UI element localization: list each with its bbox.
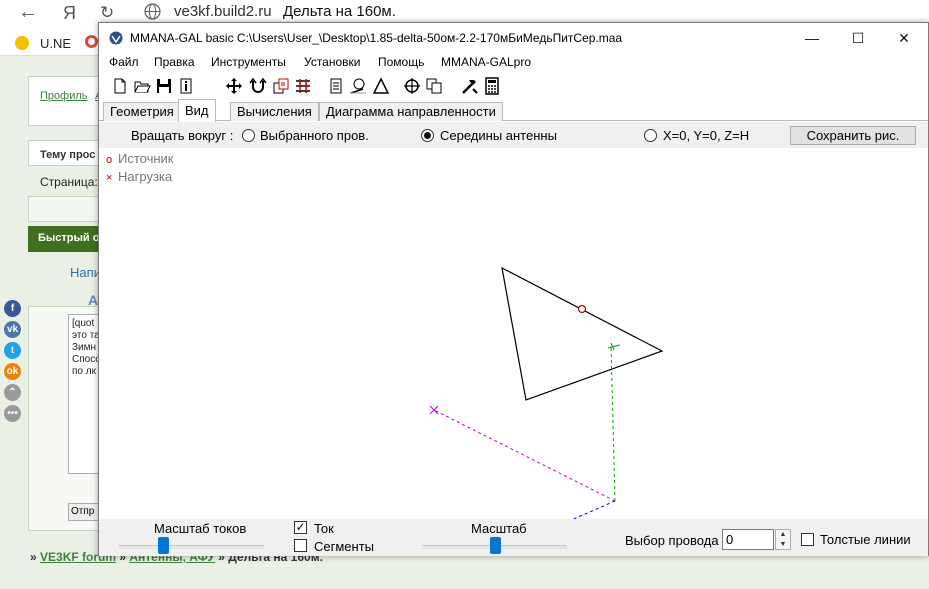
globe-icon <box>144 3 161 20</box>
thick-lines-label[interactable]: Толстые линии <box>820 532 911 547</box>
share-up-icon[interactable]: ⌃ <box>4 384 21 401</box>
twitter-icon[interactable]: t <box>4 342 21 359</box>
antenna-view-canvas[interactable]: o Источник × Нагрузка <box>99 149 928 519</box>
copy-red-icon[interactable] <box>272 77 290 95</box>
vk-icon[interactable]: vk <box>4 321 21 338</box>
address-page-title: Дельта на 160м. <box>283 3 396 20</box>
view-controls-bar: Масштаб токов ✓ Ток Сегменты Масштаб Выб… <box>99 519 928 556</box>
forum-quick-reply-label: Быстрый о <box>38 232 100 244</box>
tab-geometry[interactable]: Геометрия <box>103 102 181 121</box>
bookmark-favicon-icon <box>15 36 29 50</box>
current-scale-label: Масштаб токов <box>154 521 247 536</box>
toolbar <box>99 73 928 99</box>
forum-compose-label: Напи <box>70 265 101 280</box>
menu-mmana-galpro[interactable]: MMANA-GALpro <box>441 55 531 69</box>
rotate-options-bar: Вращать вокруг : Выбранного пров. Середи… <box>99 122 928 148</box>
segments-checkbox[interactable] <box>294 539 307 552</box>
back-arrow-icon[interactable]: ← <box>18 1 38 24</box>
move-arrows-icon[interactable] <box>225 77 243 95</box>
current-scale-slider[interactable] <box>157 537 169 554</box>
forum-page-label: Страница: <box>40 175 98 189</box>
yandex-logo[interactable]: Я <box>63 3 76 24</box>
z-axis-marker-icon <box>607 342 621 351</box>
forum-panel-topic <box>28 196 108 222</box>
current-checkbox-label[interactable]: Ток <box>314 521 334 536</box>
forum-profile-link[interactable]: Профиль <box>40 90 88 102</box>
triangle-icon[interactable] <box>372 77 390 95</box>
scale-label: Масштаб <box>471 521 527 536</box>
document-icon[interactable] <box>327 77 345 95</box>
maximize-icon[interactable]: ☐ <box>835 27 881 49</box>
menu-tools[interactable]: Инструменты <box>211 55 286 69</box>
mmana-window: MMANA-GAL basic C:\Users\User_\Desktop\1… <box>98 22 929 556</box>
calculator-icon[interactable] <box>483 77 501 95</box>
antenna-drawing <box>429 266 664 519</box>
delta-loop-wire[interactable] <box>501 266 664 401</box>
radio-origin-label[interactable]: X=0, Y=0, Z=H <box>663 128 749 143</box>
segments-checkbox-label[interactable]: Сегменты <box>314 539 374 554</box>
duplicate-icon[interactable] <box>425 77 443 95</box>
window-title: MMANA-GAL basic C:\Users\User_\Desktop\1… <box>130 31 623 45</box>
x-axis-marker-icon <box>429 405 439 415</box>
radio-selected-wire-label[interactable]: Выбранного пров. <box>260 128 369 143</box>
save-disk-icon[interactable] <box>155 77 173 95</box>
bookmark-ring-icon[interactable] <box>85 35 98 48</box>
menu-settings[interactable]: Установки <box>304 55 360 69</box>
segments-red-icon[interactable] <box>294 77 312 95</box>
more-dots-icon[interactable]: ••• <box>4 405 21 422</box>
tab-calculations[interactable]: Вычисления <box>230 102 319 121</box>
radio-selected-wire[interactable] <box>242 129 255 142</box>
mmana-app-icon <box>109 31 123 45</box>
spin-up-icon[interactable]: ▲ <box>776 530 790 540</box>
current-checkbox[interactable]: ✓ <box>294 521 307 534</box>
close-icon[interactable]: ✕ <box>881 27 927 49</box>
forum-editor-logo-icon: A <box>88 292 99 308</box>
menu-bar: Файл Правка Инструменты Установки Помощь… <box>99 53 928 73</box>
facebook-icon[interactable]: f <box>4 300 21 317</box>
forum-topic-label: Тему прос <box>40 149 96 161</box>
thick-lines-checkbox[interactable] <box>801 533 814 546</box>
info-icon[interactable] <box>177 77 195 95</box>
zoom-wire-icon[interactable] <box>349 77 367 95</box>
breadcrumb-lead: » <box>30 550 41 564</box>
bookmark-label[interactable]: U.NE <box>40 36 71 51</box>
radio-origin[interactable] <box>644 129 657 142</box>
save-picture-button[interactable]: Сохранить рис. <box>790 126 916 145</box>
new-file-icon[interactable] <box>111 77 129 95</box>
open-folder-icon[interactable] <box>133 77 151 95</box>
rotate-icon[interactable] <box>249 77 267 95</box>
tools-hammer-icon[interactable] <box>461 77 479 95</box>
reload-icon[interactable]: ↻ <box>100 3 114 23</box>
menu-help[interactable]: Помощь <box>378 55 424 69</box>
tab-bar: Геометрия Вид Вычисления Диаграмма напра… <box>99 99 928 122</box>
feed-source-marker[interactable] <box>577 304 587 314</box>
wire-select-input[interactable] <box>722 529 774 550</box>
scale-slider[interactable] <box>489 537 501 554</box>
menu-file[interactable]: Файл <box>109 55 139 69</box>
window-titlebar[interactable]: MMANA-GAL basic C:\Users\User_\Desktop\1… <box>99 23 928 53</box>
wire-select-spinner[interactable]: ▲ ▼ <box>775 529 791 550</box>
radio-antenna-center-label[interactable]: Середины антенны <box>440 128 557 143</box>
crosshair-icon[interactable] <box>403 77 421 95</box>
address-host[interactable]: ve3kf.build2.ru <box>174 3 272 20</box>
radio-antenna-center[interactable] <box>421 129 434 142</box>
minimize-icon[interactable]: — <box>789 27 835 49</box>
tab-view[interactable]: Вид <box>178 99 216 122</box>
odnoklassniki-icon[interactable]: ok <box>4 363 21 380</box>
rotate-around-label: Вращать вокруг : <box>131 128 234 143</box>
current-scale-track[interactable] <box>119 545 264 549</box>
spin-down-icon[interactable]: ▼ <box>776 540 790 550</box>
tab-radiation-pattern[interactable]: Диаграмма направленности <box>319 102 503 121</box>
menu-edit[interactable]: Правка <box>154 55 195 69</box>
x-axis-line <box>433 409 616 502</box>
wire-select-label: Выбор провода <box>625 533 719 548</box>
y-axis-line <box>572 500 616 519</box>
